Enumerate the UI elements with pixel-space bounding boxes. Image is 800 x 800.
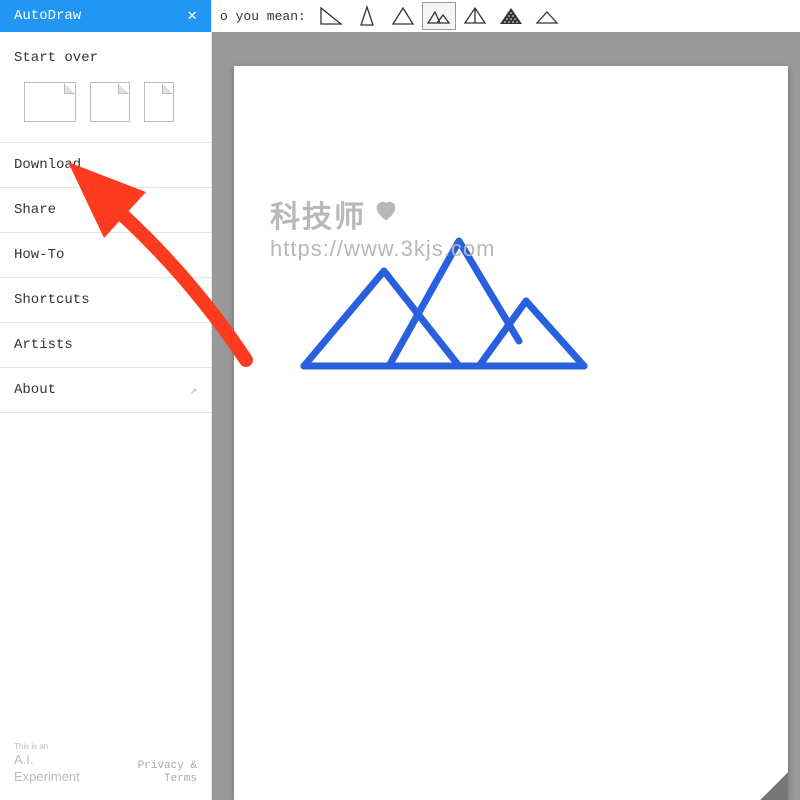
suggestion-pyramid-3d[interactable] — [458, 2, 492, 30]
menu-howto[interactable]: How-To — [0, 233, 211, 278]
drawing-canvas[interactable] — [234, 66, 788, 800]
menu-about-label: About — [14, 382, 56, 398]
menu-artists[interactable]: Artists — [0, 323, 211, 368]
close-icon[interactable]: ✕ — [187, 8, 197, 24]
canvas-size-portrait[interactable] — [144, 82, 174, 122]
sidebar: AutoDraw ✕ Start over Download Share How… — [0, 0, 212, 800]
menu-share[interactable]: Share — [0, 188, 211, 233]
start-over-label: Start over — [0, 32, 211, 66]
canvas-size-picker — [0, 66, 211, 143]
suggestion-flat-triangle[interactable] — [530, 2, 564, 30]
app-title: AutoDraw — [14, 8, 81, 24]
menu-howto-label: How-To — [14, 247, 64, 263]
suggestion-mountains[interactable] — [422, 2, 456, 30]
suggestion-right-triangle[interactable] — [314, 2, 348, 30]
stage — [212, 32, 800, 800]
suggestion-hint: o you mean: — [220, 9, 306, 24]
suggestion-dotted-pyramid[interactable] — [494, 2, 528, 30]
menu-download-label: Download — [14, 157, 81, 173]
menu-about[interactable]: About ↗ — [0, 368, 211, 413]
menu-shortcuts[interactable]: Shortcuts — [0, 278, 211, 323]
menu-artists-label: Artists — [14, 337, 73, 353]
suggestion-tall-triangle[interactable] — [350, 2, 384, 30]
menu-download[interactable]: Download — [0, 143, 211, 188]
menu-share-label: Share — [14, 202, 56, 218]
sidebar-header: AutoDraw ✕ — [0, 0, 211, 32]
user-drawing-mountains — [294, 226, 594, 386]
external-link-icon: ↗ — [190, 383, 197, 398]
privacy-terms-link[interactable]: Privacy & Terms — [138, 760, 197, 786]
canvas-size-square[interactable] — [90, 82, 130, 122]
canvas-resize-corner[interactable] — [760, 772, 788, 800]
canvas-size-landscape[interactable] — [24, 82, 76, 122]
suggestion-equilateral-triangle[interactable] — [386, 2, 420, 30]
suggestion-list — [314, 2, 564, 30]
ai-experiment-badge: This is an A.I. Experiment — [14, 742, 80, 786]
menu-shortcuts-label: Shortcuts — [14, 292, 90, 308]
sidebar-footer: This is an A.I. Experiment Privacy & Ter… — [14, 742, 197, 786]
